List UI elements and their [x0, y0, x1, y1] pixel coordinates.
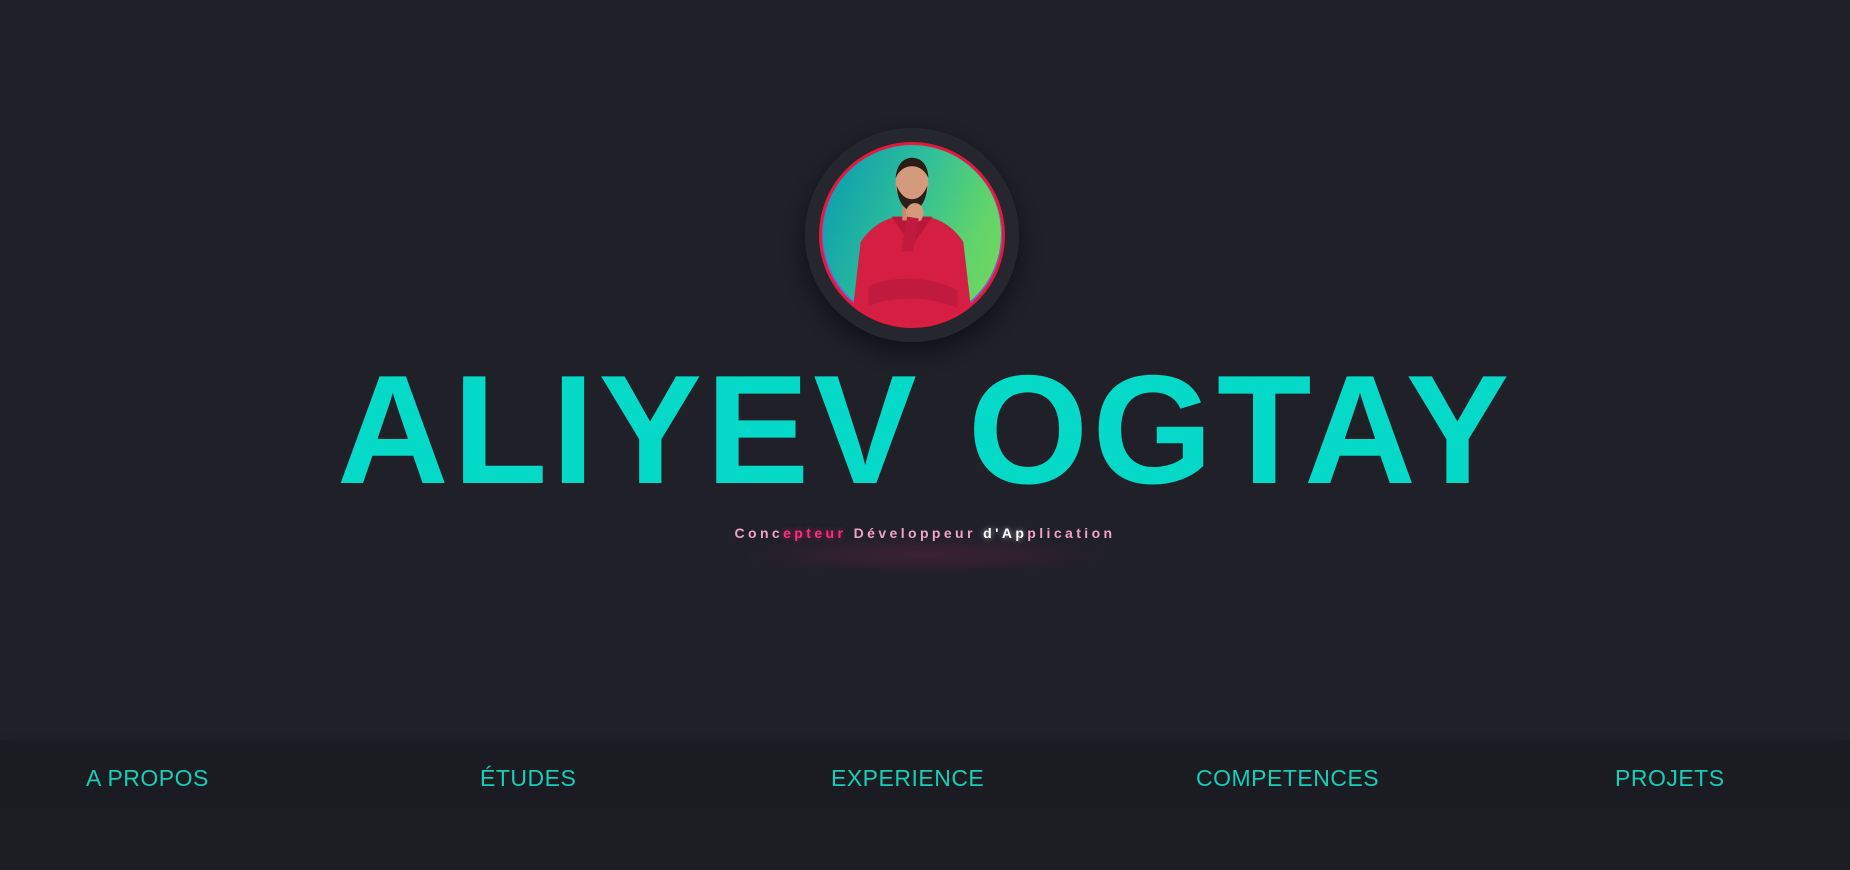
tagline-glow: [730, 535, 1120, 575]
avatar-frame: [805, 128, 1019, 342]
profile-photo: [851, 157, 973, 325]
avatar: [819, 142, 1005, 328]
hero-tagline: Concepteur Développeur d'Application: [0, 525, 1850, 541]
main-nav: A PROPOS ÉTUDES EXPERIENCE COMPETENCES P…: [0, 740, 1850, 808]
hero-name: ALIYEV OGTAY: [336, 343, 1514, 516]
nav-item-etudes[interactable]: ÉTUDES: [480, 740, 576, 808]
nav-item-competences[interactable]: COMPETENCES: [1196, 740, 1379, 808]
nav-item-projets[interactable]: PROJETS: [1615, 740, 1725, 808]
nav-item-experience[interactable]: EXPERIENCE: [831, 740, 984, 808]
tagline-text: Concepteur Développeur d'Application: [734, 525, 1116, 541]
nav-item-a-propos[interactable]: A PROPOS: [86, 740, 209, 808]
hero-section: ALIYEV OGTAY Concepteur Développeur d'Ap…: [0, 0, 1850, 740]
below-fold: [0, 808, 1850, 870]
